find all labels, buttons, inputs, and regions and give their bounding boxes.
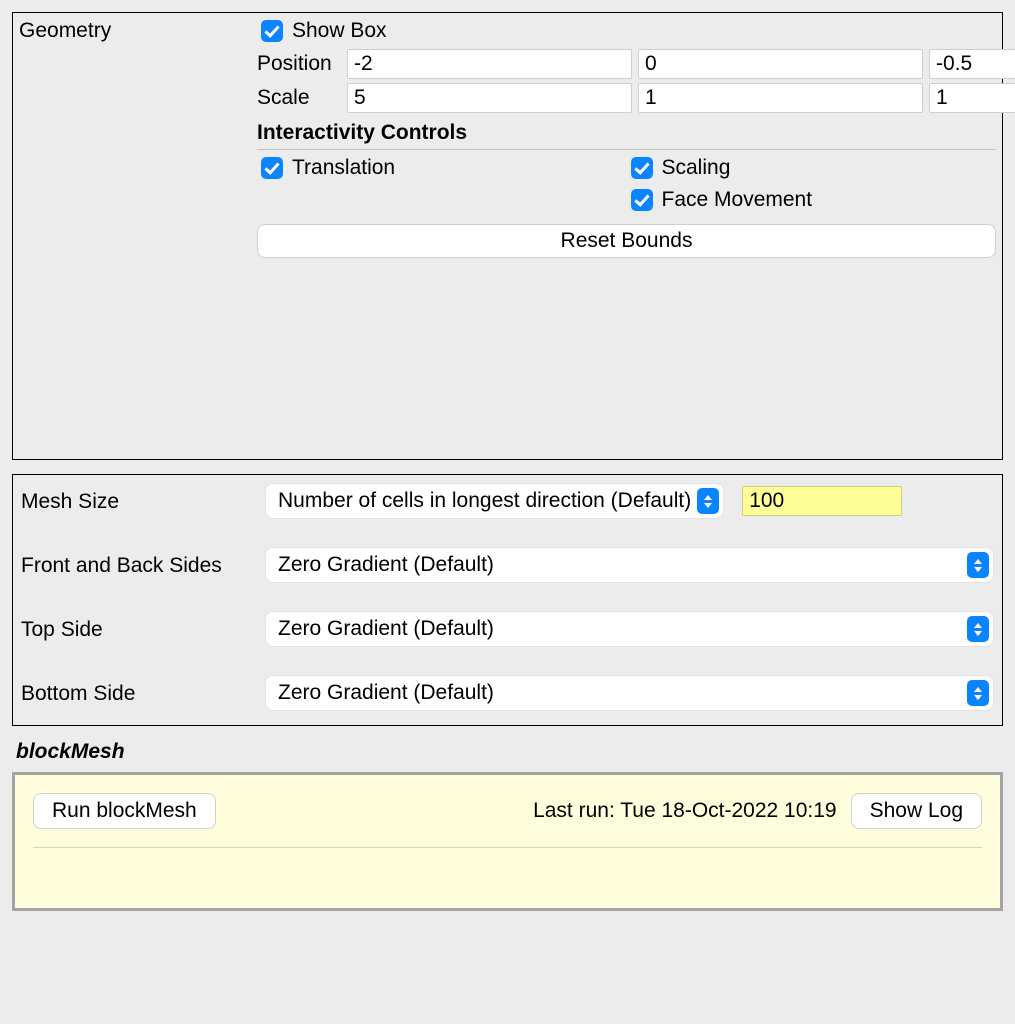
geometry-section-label: Geometry [19,17,257,43]
bottom-side-select[interactable]: Zero Gradient (Default) [265,675,994,711]
divider [257,149,996,150]
mesh-size-label: Mesh Size [21,488,265,514]
translation-checkbox[interactable] [261,157,283,179]
top-side-select[interactable]: Zero Gradient (Default) [265,611,994,647]
scale-z-input[interactable] [929,83,1015,113]
last-run-status: Last run: Tue 18-Oct-2022 10:19 [533,799,837,823]
scaling-label: Scaling [662,156,731,180]
chevron-updown-icon [967,616,989,642]
face-movement-label: Face Movement [662,188,813,212]
top-side-label: Top Side [21,616,265,642]
scale-x-input[interactable] [347,83,632,113]
reset-bounds-button[interactable]: Reset Bounds [257,224,996,258]
mesh-size-input[interactable] [742,486,902,516]
mesh-panel: Mesh Size Number of cells in longest dir… [12,474,1003,726]
run-panel: Run blockMesh Last run: Tue 18-Oct-2022 … [12,772,1003,911]
blockmesh-section-title: blockMesh [16,740,999,764]
front-back-select-value: Zero Gradient (Default) [278,553,494,577]
scaling-checkbox[interactable] [631,157,653,179]
chevron-updown-icon [697,488,719,514]
chevron-updown-icon [967,552,989,578]
front-back-label: Front and Back Sides [21,552,265,578]
position-x-input[interactable] [347,49,632,79]
geometry-panel: Geometry Show Box Position Scale [12,12,1003,460]
translation-label: Translation [292,156,395,180]
position-label: Position [257,52,341,76]
show-box-label: Show Box [292,19,387,43]
bottom-side-select-value: Zero Gradient (Default) [278,681,494,705]
mesh-size-select[interactable]: Number of cells in longest direction (De… [265,483,724,519]
top-side-select-value: Zero Gradient (Default) [278,617,494,641]
bottom-side-label: Bottom Side [21,680,265,706]
run-blockmesh-button[interactable]: Run blockMesh [33,793,216,829]
interactivity-heading: Interactivity Controls [257,117,996,147]
front-back-select[interactable]: Zero Gradient (Default) [265,547,994,583]
chevron-updown-icon [967,680,989,706]
position-z-input[interactable] [929,49,1015,79]
position-y-input[interactable] [638,49,923,79]
scale-label: Scale [257,86,341,110]
scale-y-input[interactable] [638,83,923,113]
show-log-button[interactable]: Show Log [851,793,982,829]
face-movement-checkbox[interactable] [631,189,653,211]
show-box-checkbox[interactable] [261,20,283,42]
mesh-size-select-value: Number of cells in longest direction (De… [278,489,691,513]
